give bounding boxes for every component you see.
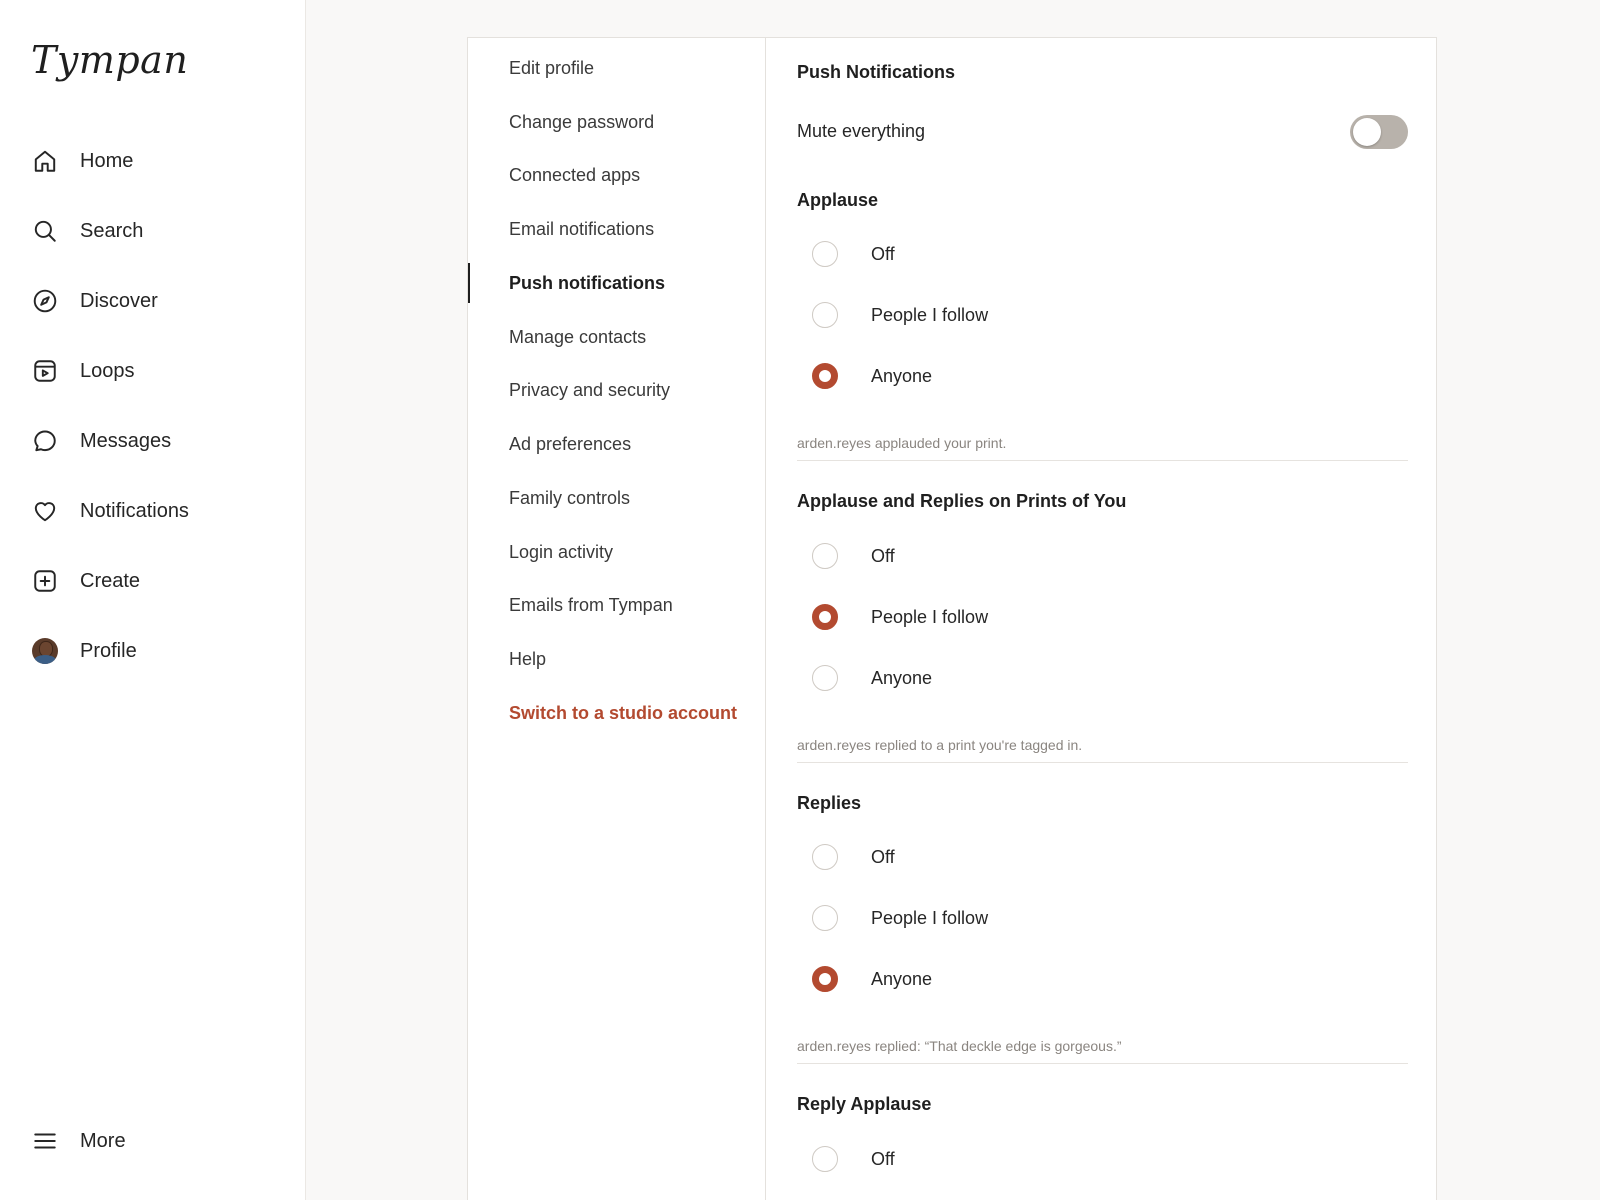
radio-button[interactable] [812,543,838,569]
replies-section-title: Replies [797,793,862,813]
nav-item-profile[interactable]: Profile [20,623,288,679]
nav-item-create[interactable]: Create [20,553,288,609]
app-logo[interactable]: Tympan [31,38,188,82]
replies-option-anyone[interactable]: Anyone [812,957,1408,1001]
avatar [32,638,58,664]
search-icon [32,218,58,244]
reply-applause-option-off[interactable]: Off [812,1137,1408,1181]
replies-option-people-i-follow[interactable]: People I follow [812,896,1408,940]
nav-label: Discover [80,289,158,312]
radio-button-selected[interactable] [812,604,838,630]
applause-example-text: arden.reyes applauded your print. [797,435,1408,461]
settings-menu-emails-from-tympan[interactable]: Emails from Tympan [468,580,765,630]
settings-menu-edit-profile[interactable]: Edit profile [468,43,765,93]
settings-menu-family-controls[interactable]: Family controls [468,473,765,523]
radio-label: Anyone [871,365,933,386]
applause-option-people-i-follow[interactable]: People I follow [812,293,1408,337]
plus-square-icon [32,568,58,594]
radio-button[interactable] [812,1146,838,1172]
nav-item-more[interactable]: More [20,1113,288,1169]
nav-item-messages[interactable]: Messages [20,413,288,469]
settings-menu-connected-apps[interactable]: Connected apps [468,150,765,200]
settings-menu-ad-preferences[interactable]: Ad preferences [468,419,765,469]
nav-item-loops[interactable]: Loops [20,343,288,399]
message-icon [32,428,58,454]
nav-label: Profile [80,639,137,662]
home-icon [32,148,58,174]
applause-option-anyone[interactable]: Anyone [812,354,1408,398]
radio-label: Off [871,243,895,264]
tagged-example-text: arden.reyes replied to a print you're ta… [797,737,1408,763]
tagged-option-anyone[interactable]: Anyone [812,656,1408,700]
nav-label: Home [80,149,134,172]
radio-label: People I follow [871,304,989,325]
page-title: Push Notifications [797,62,956,82]
mute-everything-label: Mute everything [797,121,926,141]
replies-example-text: arden.reyes replied: “That deckle edge i… [797,1038,1408,1064]
radio-label: People I follow [871,606,989,627]
nav-label: Messages [80,429,172,452]
nav-item-notifications[interactable]: Notifications [20,483,288,539]
nav-item-search[interactable]: Search [20,203,288,259]
nav-label: Search [80,219,144,242]
settings-menu-email-notifications[interactable]: Email notifications [468,204,765,254]
radio-button[interactable] [812,302,838,328]
settings-menu-privacy-security[interactable]: Privacy and security [468,365,765,415]
radio-label: Anyone [871,968,933,989]
settings-card: Edit profile Change password Connected a… [467,37,1437,1200]
radio-button[interactable] [812,905,838,931]
settings-menu: Edit profile Change password Connected a… [468,38,766,1200]
left-sidebar: Tympan Home Search Discover Loops Messag… [0,0,306,1200]
radio-button[interactable] [812,844,838,870]
radio-button-selected[interactable] [812,966,838,992]
reply-applause-section-title: Reply Applause [797,1094,932,1114]
settings-menu-login-activity[interactable]: Login activity [468,527,765,577]
radio-label: Anyone [871,667,933,688]
nav-label: More [80,1129,126,1152]
toggle-knob [1353,118,1381,146]
compass-icon [32,288,58,314]
radio-button[interactable] [812,665,838,691]
replies-option-off[interactable]: Off [812,835,1408,879]
radio-label: People I follow [871,907,989,928]
avatar-wrapper [32,638,58,664]
menu-icon [32,1128,58,1154]
tagged-option-people-i-follow[interactable]: People I follow [812,595,1408,639]
radio-label: Off [871,846,895,867]
switch-studio-account-link[interactable]: Switch to a studio account [468,688,765,738]
settings-menu-change-password[interactable]: Change password [468,97,765,147]
applause-section-title: Applause [797,190,879,210]
applause-option-off[interactable]: Off [812,232,1408,276]
heart-icon [32,498,58,524]
loops-icon [32,358,58,384]
settings-menu-push-notifications[interactable]: Push notifications [468,258,765,308]
radio-label: Off [871,1148,895,1169]
nav-label: Notifications [80,499,189,522]
tagged-section-title: Applause and Replies on Prints of You [797,491,1127,511]
nav-label: Loops [80,359,135,382]
mute-everything-toggle[interactable] [1350,115,1408,149]
radio-button-selected[interactable] [812,363,838,389]
nav-label: Create [80,569,141,592]
radio-button[interactable] [812,241,838,267]
settings-menu-manage-contacts[interactable]: Manage contacts [468,312,765,362]
settings-menu-help[interactable]: Help [468,634,765,684]
radio-label: Off [871,545,895,566]
nav-item-home[interactable]: Home [20,133,288,189]
tagged-option-off[interactable]: Off [812,534,1408,578]
nav-item-discover[interactable]: Discover [20,273,288,329]
